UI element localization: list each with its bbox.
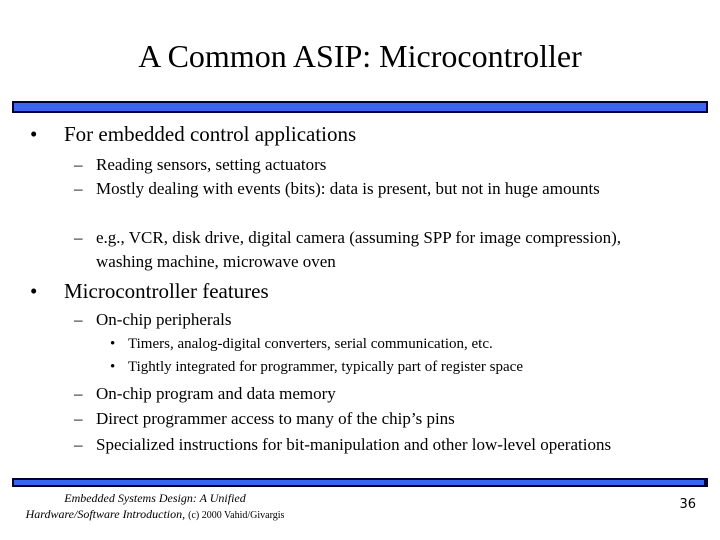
sub-sub-bullet-text: Timers, analog-digital converters, seria… bbox=[128, 336, 493, 352]
footer-citation: Embedded Systems Design: A Unified Hardw… bbox=[10, 490, 300, 524]
sub-bullet-text: Mostly dealing with events (bits): data … bbox=[96, 179, 600, 198]
dash-icon: – bbox=[74, 228, 83, 247]
bullet-icon: • bbox=[30, 122, 38, 146]
footer-line-1: Embedded Systems Design: A Unified bbox=[64, 491, 246, 505]
sub-bullet-text: Specialized instructions for bit-manipul… bbox=[96, 435, 612, 454]
dash-icon: – bbox=[74, 409, 83, 428]
footer-book-title: Hardware/Software Introduction, bbox=[25, 507, 186, 521]
sub-bullet-text: On-chip peripherals bbox=[96, 310, 232, 329]
sub-bullet-text: e.g., VCR, disk drive, digital camera (a… bbox=[96, 228, 622, 271]
slide-title: A Common ASIP: Microcontroller bbox=[138, 38, 582, 74]
small-bullet-icon: • bbox=[110, 359, 116, 375]
dash-icon: – bbox=[74, 155, 83, 174]
bullet-text: For embedded control applications bbox=[64, 122, 357, 146]
dash-icon: – bbox=[74, 179, 83, 198]
sub-bullet-text: Reading sensors, setting actuators bbox=[96, 155, 327, 174]
footer-divider-bar bbox=[12, 478, 708, 487]
sub-sub-bullet-text: Tightly integrated for programmer, typic… bbox=[128, 359, 523, 375]
bullet-text: Microcontroller features bbox=[64, 279, 269, 303]
title-divider-bar bbox=[12, 101, 708, 113]
sub-bullet-text: On-chip program and data memory bbox=[96, 384, 336, 403]
dash-icon: – bbox=[74, 435, 83, 454]
dash-icon: – bbox=[74, 310, 83, 329]
sub-bullet-text: Direct programmer access to many of the … bbox=[96, 409, 455, 428]
dash-icon: – bbox=[74, 384, 83, 403]
small-bullet-icon: • bbox=[110, 336, 116, 352]
footer-copyright: (c) 2000 Vahid/Givargis bbox=[188, 510, 285, 521]
footer-line-2: Hardware/Software Introduction, (c) 2000… bbox=[10, 506, 300, 524]
bullet-icon: • bbox=[30, 279, 38, 303]
page-number: 36 bbox=[679, 497, 696, 512]
